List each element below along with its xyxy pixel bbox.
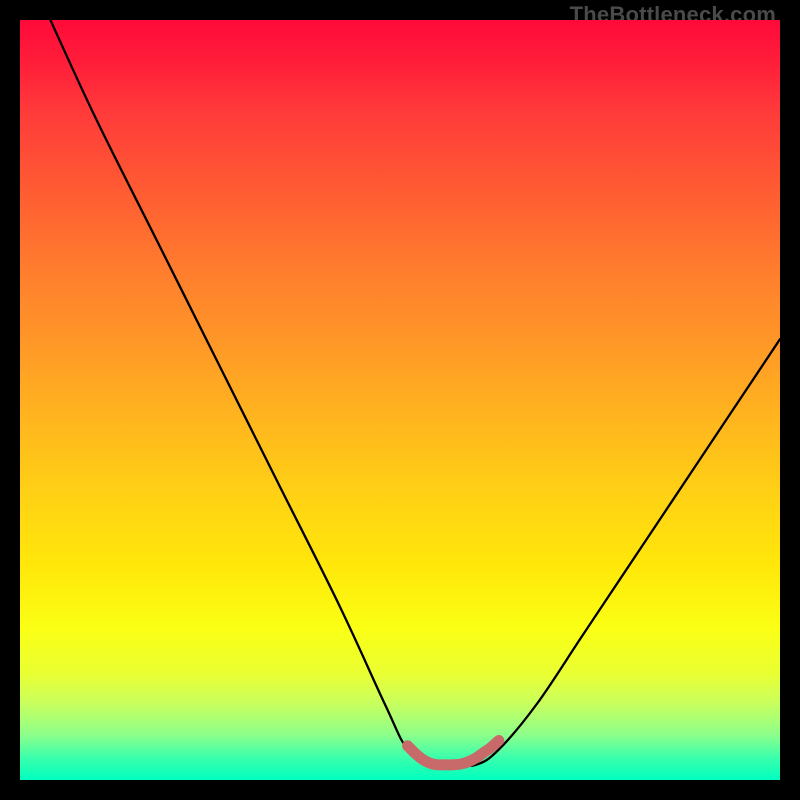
chart-frame: TheBottleneck.com: [0, 0, 800, 800]
curve-layer: [20, 20, 780, 780]
plot-area: [20, 20, 780, 780]
bottleneck-curve: [50, 20, 780, 766]
